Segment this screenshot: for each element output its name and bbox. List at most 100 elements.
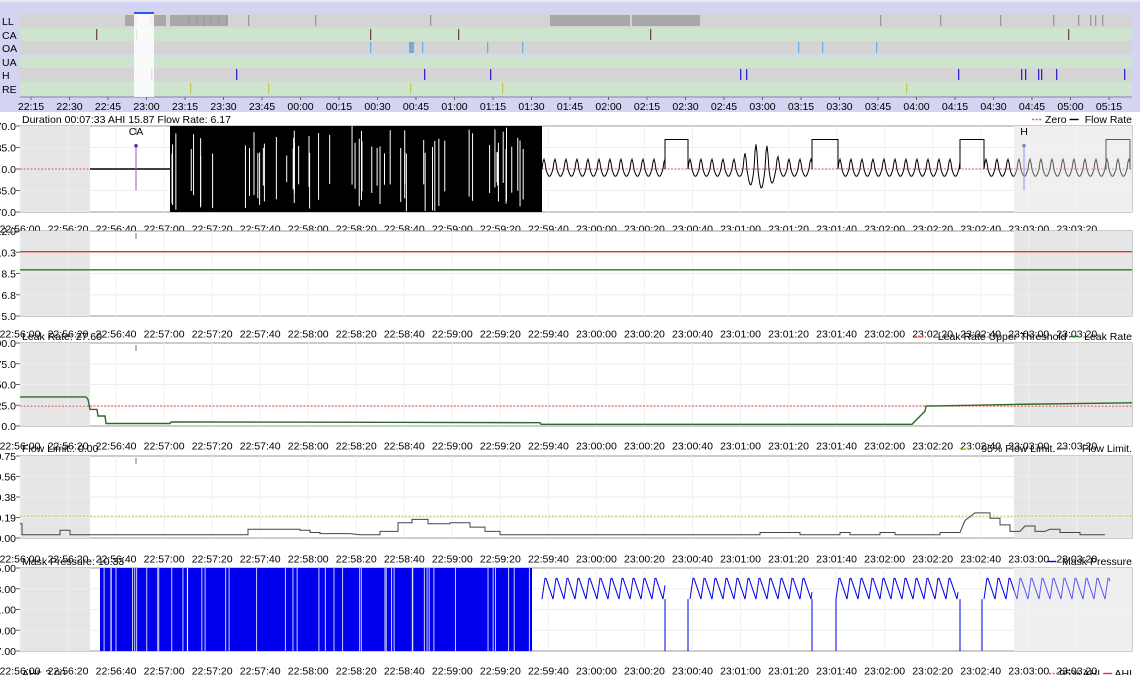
event-mark	[458, 29, 460, 40]
event-mark	[196, 15, 198, 26]
overview-time-label: 05:00	[1057, 101, 1083, 113]
x-tick-label: 22:59:20	[480, 666, 521, 675]
y-tick-label: -70.0	[0, 207, 16, 219]
x-tick-label: 22:57:20	[192, 666, 233, 675]
out-of-session-wash	[1014, 568, 1132, 651]
x-tick-label: 22:57:40	[240, 554, 281, 566]
row-label-ca: CA	[2, 30, 17, 42]
y-tick-label: 13.00	[0, 584, 16, 596]
y-tick-label: 70.0	[0, 121, 16, 133]
legend-label: Leak Rate Upper Threshold	[938, 331, 1067, 343]
x-tick-label: 23:01:40	[816, 329, 857, 341]
x-tick-label: 23:02:20	[912, 666, 953, 675]
x-tick-label: 22:57:00	[144, 666, 185, 675]
event-rows	[20, 14, 1132, 98]
event-mark	[1068, 29, 1070, 40]
event-mark	[487, 42, 489, 53]
event-mark	[940, 15, 942, 26]
panel-title: AHI: 3.00	[22, 668, 66, 675]
x-tick-label: 22:57:20	[192, 329, 233, 341]
x-tick-label: 22:57:20	[192, 554, 233, 566]
event-mark	[906, 83, 908, 94]
chart-panel: Leak Rate: 27.60 Leak Rate Leak Rate Upper…	[0, 331, 1133, 453]
x-tick-label: 23:00:20	[624, 666, 665, 675]
event-mark	[1025, 69, 1027, 80]
legend-label: 95% Flow Limit.	[981, 443, 1055, 455]
event-mark	[876, 42, 878, 53]
y-tick-label: 0.38	[0, 492, 16, 504]
overview-time-label: 00:00	[287, 101, 313, 113]
x-tick-label: 22:59:00	[432, 554, 473, 566]
overview-time-label: 02:30	[672, 101, 698, 113]
event-row-band	[20, 68, 1132, 81]
chart-panels: Duration 00:07:33 AHI 15.87 Flow Rate: 6…	[0, 114, 1133, 675]
row-label-ua: UA	[2, 57, 17, 69]
event-mark	[96, 29, 98, 40]
event-mark	[203, 15, 205, 26]
flow-rate-dense-region	[170, 126, 542, 212]
y-tick-label: 12.0	[0, 226, 16, 238]
overview-time-label: 01:45	[557, 101, 583, 113]
row-label-re: RE	[2, 84, 17, 96]
event-mark	[370, 29, 372, 40]
x-tick-label: 22:57:40	[240, 441, 281, 453]
event-mark	[1056, 69, 1058, 80]
overview-time-label: 01:30	[518, 101, 544, 113]
selection-window[interactable]	[134, 13, 154, 97]
y-tick-label: 11.00	[0, 605, 16, 617]
y-tick-label: 35.0	[0, 143, 16, 155]
out-of-session-wash	[1014, 126, 1132, 212]
x-tick-label: 23:01:20	[768, 554, 809, 566]
y-tick-label: 0.0	[1, 421, 16, 433]
overview-time-label: 01:00	[441, 101, 467, 113]
x-tick-label: 22:59:00	[432, 666, 473, 675]
x-tick-label: 23:01:00	[720, 554, 761, 566]
event-mark	[822, 42, 824, 53]
x-tick-label: 22:59:20	[480, 441, 521, 453]
event-row-band	[20, 41, 1132, 54]
y-tick-label: 0.19	[0, 513, 16, 525]
y-tick-label: 8.5	[1, 269, 16, 281]
overview-time-label: 22:45	[95, 101, 121, 113]
ca-annotation: CA	[129, 126, 144, 138]
x-tick-label: 22:57:00	[144, 329, 185, 341]
event-mark	[422, 42, 424, 53]
x-tick-label: 23:02:00	[864, 554, 905, 566]
y-tick-label: 15.00	[0, 563, 16, 575]
legend-label: Flow Limit.	[1082, 443, 1132, 455]
x-tick-label: 23:02:00	[864, 441, 905, 453]
y-tick-label: 0.00	[0, 533, 16, 545]
overview-time-label: 04:45	[1019, 101, 1045, 113]
x-tick-label: 22:58:00	[288, 666, 329, 675]
x-tick-label: 22:56:40	[96, 666, 137, 675]
event-row-band	[20, 28, 1132, 41]
x-tick-label: 23:00:20	[624, 554, 665, 566]
event-mark	[248, 15, 250, 26]
event-mark	[1000, 15, 1002, 26]
x-tick-label: 22:57:00	[144, 554, 185, 566]
event-mark	[1095, 15, 1097, 26]
overview-time-label: 22:15	[18, 101, 44, 113]
y-tick-label: 25.0	[0, 400, 16, 412]
event-mark	[409, 42, 411, 53]
x-tick-label: 22:58:00	[288, 329, 329, 341]
event-row-band	[20, 82, 1132, 95]
x-tick-label: 22:58:20	[336, 441, 377, 453]
selection-window-top[interactable]	[134, 12, 154, 14]
x-tick-label: 22:59:00	[432, 329, 473, 341]
y-tick-label: 10.3	[0, 247, 16, 259]
event-mark	[210, 15, 212, 26]
x-tick-label: 23:00:40	[672, 441, 713, 453]
event-mark	[798, 42, 800, 53]
overview-time-label: 00:45	[403, 101, 429, 113]
x-tick-label: 23:02:00	[864, 666, 905, 675]
overview-time-label: 04:30	[980, 101, 1006, 113]
events-overview: LL CA OA UA H RE 22:15 22:30 22:45 23:00 23:…	[0, 0, 1140, 113]
event-row-band	[20, 55, 1132, 68]
event-mark	[1038, 69, 1040, 80]
chart-panel: 12.010.38.56.85.022:56:0022:56:2022:56:4…	[0, 226, 1133, 341]
x-tick-label: 23:01:40	[816, 554, 857, 566]
x-tick-label: 23:02:20	[912, 554, 953, 566]
y-tick-label: 7.00	[0, 646, 16, 658]
x-tick-label: 22:57:40	[240, 329, 281, 341]
